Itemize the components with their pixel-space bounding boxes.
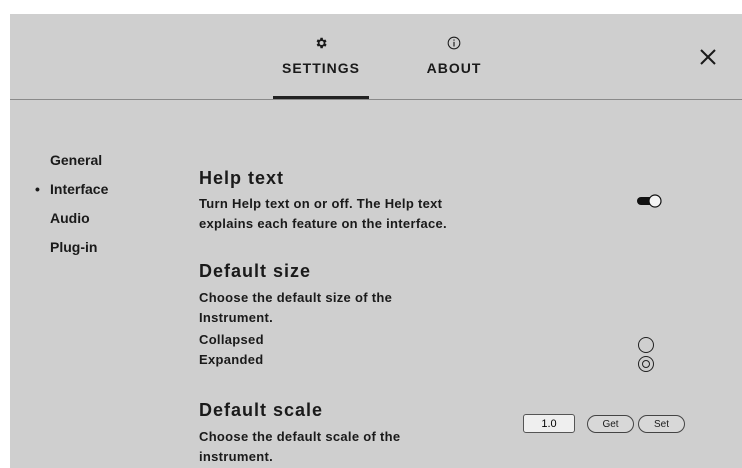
- active-tab-indicator: [273, 96, 369, 99]
- help-text-toggle[interactable]: [636, 194, 662, 208]
- tab-settings-label: SETTINGS: [281, 60, 360, 76]
- option-expanded-label: Expanded: [199, 352, 264, 367]
- help-text-description: Turn Help text on or off. The Help text …: [199, 194, 499, 234]
- sidebar-item-label: Audio: [50, 210, 90, 226]
- tab-about-label: ABOUT: [426, 60, 482, 76]
- help-text-title: Help text: [199, 168, 285, 188]
- settings-header: SETTINGS ABOUT: [10, 14, 742, 100]
- close-button[interactable]: [696, 45, 720, 69]
- scale-value-input[interactable]: [523, 414, 575, 433]
- sidebar-item-general[interactable]: General: [50, 152, 102, 168]
- set-scale-button[interactable]: Set: [638, 415, 685, 433]
- default-scale-description: Choose the default scale of the instrume…: [199, 427, 499, 467]
- sidebar-item-label: General: [50, 152, 103, 168]
- option-collapsed-label: Collapsed: [199, 332, 264, 347]
- sidebar-item-label: Plug-in: [50, 239, 98, 255]
- help-text-description-line: explains each feature on the interface.: [199, 216, 447, 231]
- default-size-title: Default size: [199, 261, 312, 281]
- gear-icon: [273, 32, 369, 54]
- default-size-description-line: Choose the default size of the: [199, 290, 393, 305]
- default-size-description-line: Instrument.: [199, 310, 274, 325]
- sidebar-item-interface[interactable]: • Interface: [35, 181, 109, 197]
- help-text-description-line: Turn Help text on or off. The Help text: [199, 196, 443, 211]
- default-size-description: Choose the default size of the Instrumen…: [199, 288, 499, 328]
- sidebar-item-plug-in[interactable]: Plug-in: [50, 239, 97, 255]
- settings-panel: SETTINGS ABOUT General • Interface Audio…: [10, 14, 742, 468]
- expanded-radio[interactable]: [638, 356, 654, 372]
- close-icon: [700, 49, 716, 65]
- active-item-marker: •: [35, 181, 40, 197]
- info-icon: [406, 32, 502, 54]
- tab-about[interactable]: ABOUT: [406, 32, 502, 99]
- get-scale-button[interactable]: Get: [587, 415, 634, 433]
- default-scale-title: Default scale: [199, 400, 324, 420]
- default-scale-description-line: Choose the default scale of the: [199, 429, 401, 444]
- sidebar-item-label: Interface: [50, 181, 109, 197]
- radio-selected-dot: [642, 360, 650, 368]
- collapsed-radio[interactable]: [638, 337, 654, 353]
- tab-settings[interactable]: SETTINGS: [273, 32, 369, 99]
- sidebar-item-audio[interactable]: Audio: [50, 210, 90, 226]
- default-scale-description-line: instrument.: [199, 449, 274, 464]
